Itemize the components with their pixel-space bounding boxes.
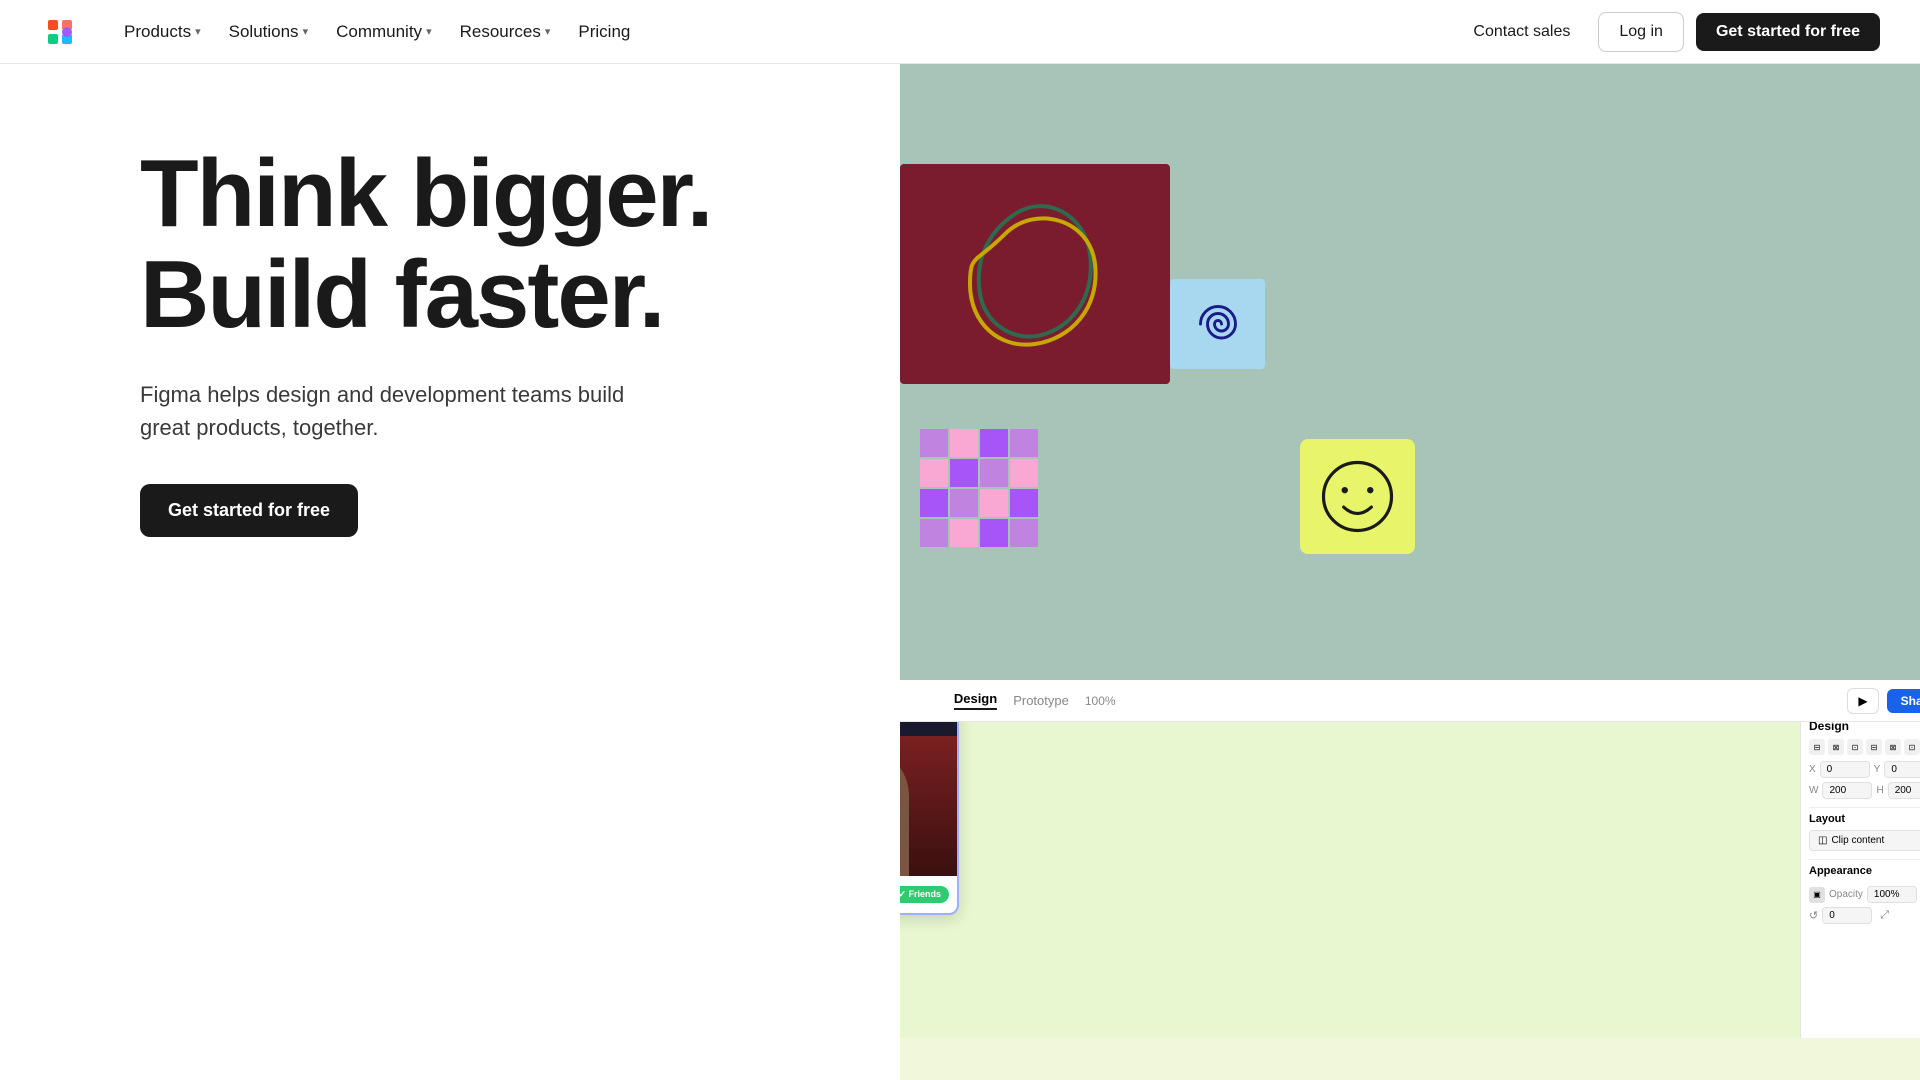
screen3-body: Florian ✓ Friends: [900, 876, 957, 913]
topbar-center-tabs: Design Prototype 100%: [954, 691, 1116, 710]
design-tab[interactable]: Design: [954, 691, 997, 710]
rotate-icon: ↺: [1809, 909, 1818, 922]
pixel-art-decoration: [920, 429, 1038, 547]
navbar: Products ▾ Solutions ▾ Community ▾ Resou…: [0, 0, 1920, 64]
rotation-row: ↺ 0 ⤢: [1809, 907, 1920, 924]
smiley-sticky: [1300, 439, 1415, 554]
resize-icon[interactable]: ⤢: [1880, 909, 1889, 922]
hero-section: Think bigger. Build faster. Figma helps …: [0, 64, 1920, 1080]
chevron-down-icon: ▾: [195, 25, 201, 38]
canvas-content: Y Hi Chef Your friends are cooking Xi: [900, 680, 1800, 1038]
align-bottom[interactable]: ⊡: [1904, 739, 1920, 755]
opacity-label: Opacity: [1829, 889, 1863, 900]
fill-swatch[interactable]: ▣: [1809, 887, 1825, 903]
nav-products[interactable]: Products ▾: [112, 14, 213, 50]
align-left[interactable]: ⊟: [1809, 739, 1825, 755]
share-button[interactable]: Share: [1887, 689, 1920, 713]
spiral-icon: [1183, 289, 1253, 359]
navbar-left: Products ▾ Solutions ▾ Community ▾ Resou…: [40, 12, 642, 52]
x-label: X: [1809, 764, 1816, 775]
chevron-down-icon: ▾: [545, 25, 551, 38]
rotation-input[interactable]: 0: [1822, 907, 1872, 924]
size-row: W 200 H 200: [1809, 782, 1920, 799]
layout-header: Layout ⊞ ⊡: [1809, 807, 1920, 830]
hero-right-decoration: F M A Design Prototype 100% ▶ Share: [900, 64, 1920, 1080]
clip-content-control[interactable]: ◫ Clip content: [1809, 830, 1920, 851]
screen3-image: [900, 736, 957, 876]
x-input[interactable]: 0: [1820, 761, 1870, 778]
zoom-level: 100%: [1085, 694, 1116, 708]
layout-label: Layout: [1809, 813, 1845, 825]
opacity-input[interactable]: 100%: [1867, 886, 1917, 903]
navbar-right: Contact sales Log in Get started for fre…: [1457, 12, 1880, 52]
position-x-row: X 0 Y 0: [1809, 761, 1920, 778]
hero-left: Think bigger. Build faster. Figma helps …: [0, 64, 900, 1080]
chevron-down-icon: ▾: [426, 25, 432, 38]
h-input[interactable]: 200: [1888, 782, 1920, 799]
nav-pricing[interactable]: Pricing: [566, 14, 642, 50]
h-label: H: [1876, 785, 1883, 796]
chevron-down-icon: ▾: [303, 25, 309, 38]
mockup-main: Trivet ⊞ Key flows File Assets 🔍 Pages +: [900, 680, 1920, 1038]
hero-cta-button[interactable]: Get started for free: [140, 484, 358, 537]
get-started-button[interactable]: Get started for free: [1696, 13, 1880, 51]
app-screen-florian: ‹ Back Florian ✓ Friends: [900, 704, 959, 915]
florian-silhouette: [900, 746, 909, 876]
mockup-topbar: F M A Design Prototype 100% ▶ Share: [900, 680, 1920, 722]
align-right[interactable]: ⊡: [1847, 739, 1863, 755]
nav-resources[interactable]: Resources ▾: [448, 14, 563, 50]
layout-section: Layout ⊞ ⊡ ◫ Clip content: [1809, 807, 1920, 851]
screen3-name-row: Florian ✓ Friends: [900, 884, 949, 905]
play-icon: ▶: [1858, 694, 1867, 708]
login-button[interactable]: Log in: [1598, 12, 1684, 52]
w-input[interactable]: 200: [1822, 782, 1872, 799]
canvas-blob-card: [900, 164, 1170, 384]
hero-title: Think bigger. Build faster.: [140, 144, 900, 346]
nav-links: Products ▾ Solutions ▾ Community ▾ Resou…: [112, 14, 642, 50]
friends-badge: ✓ Friends: [900, 886, 949, 903]
y-label: Y: [1874, 764, 1881, 775]
appearance-label: Appearance: [1809, 865, 1872, 877]
frame-section: Design ⊞ ⊡ ⊟ ⊠ ⊡ ⊟ ⊠: [1809, 719, 1920, 799]
align-top[interactable]: ⊟: [1866, 739, 1882, 755]
contact-sales-button[interactable]: Contact sales: [1457, 15, 1586, 49]
nav-community[interactable]: Community ▾: [324, 14, 444, 50]
sticky-blue: [1170, 279, 1265, 369]
prototype-tab[interactable]: Prototype: [1013, 693, 1069, 708]
opacity-row: ▣ Opacity 100%: [1809, 886, 1920, 903]
smiley-icon: [1315, 454, 1400, 539]
present-button[interactable]: ▶: [1847, 688, 1878, 714]
w-label: W: [1809, 785, 1818, 796]
topbar-right: ▶ Share: [1847, 688, 1920, 714]
design-panel: Design Prototype Design ⊞ ⊡: [1800, 680, 1920, 1038]
align-center-h[interactable]: ⊠: [1828, 739, 1844, 755]
align-center-v[interactable]: ⊠: [1885, 739, 1901, 755]
canvas-panel: Y Hi Chef Your friends are cooking Xi: [900, 680, 1800, 1038]
figma-mockup: F M A Design Prototype 100% ▶ Share: [900, 680, 1920, 1080]
hero-subtitle: Figma helps design and development teams…: [140, 378, 640, 444]
y-input[interactable]: 0: [1884, 761, 1920, 778]
alignment-controls: ⊟ ⊠ ⊡ ⊟ ⊠ ⊡: [1809, 739, 1920, 755]
nav-solutions[interactable]: Solutions ▾: [217, 14, 320, 50]
figma-logo[interactable]: [40, 12, 80, 52]
appearance-header: Appearance 👁 +: [1809, 859, 1920, 882]
appearance-section: Appearance 👁 + ▣ Opacity 100%: [1809, 859, 1920, 924]
blob-shapes: [935, 184, 1135, 364]
clip-icon: ◫: [1818, 835, 1827, 846]
